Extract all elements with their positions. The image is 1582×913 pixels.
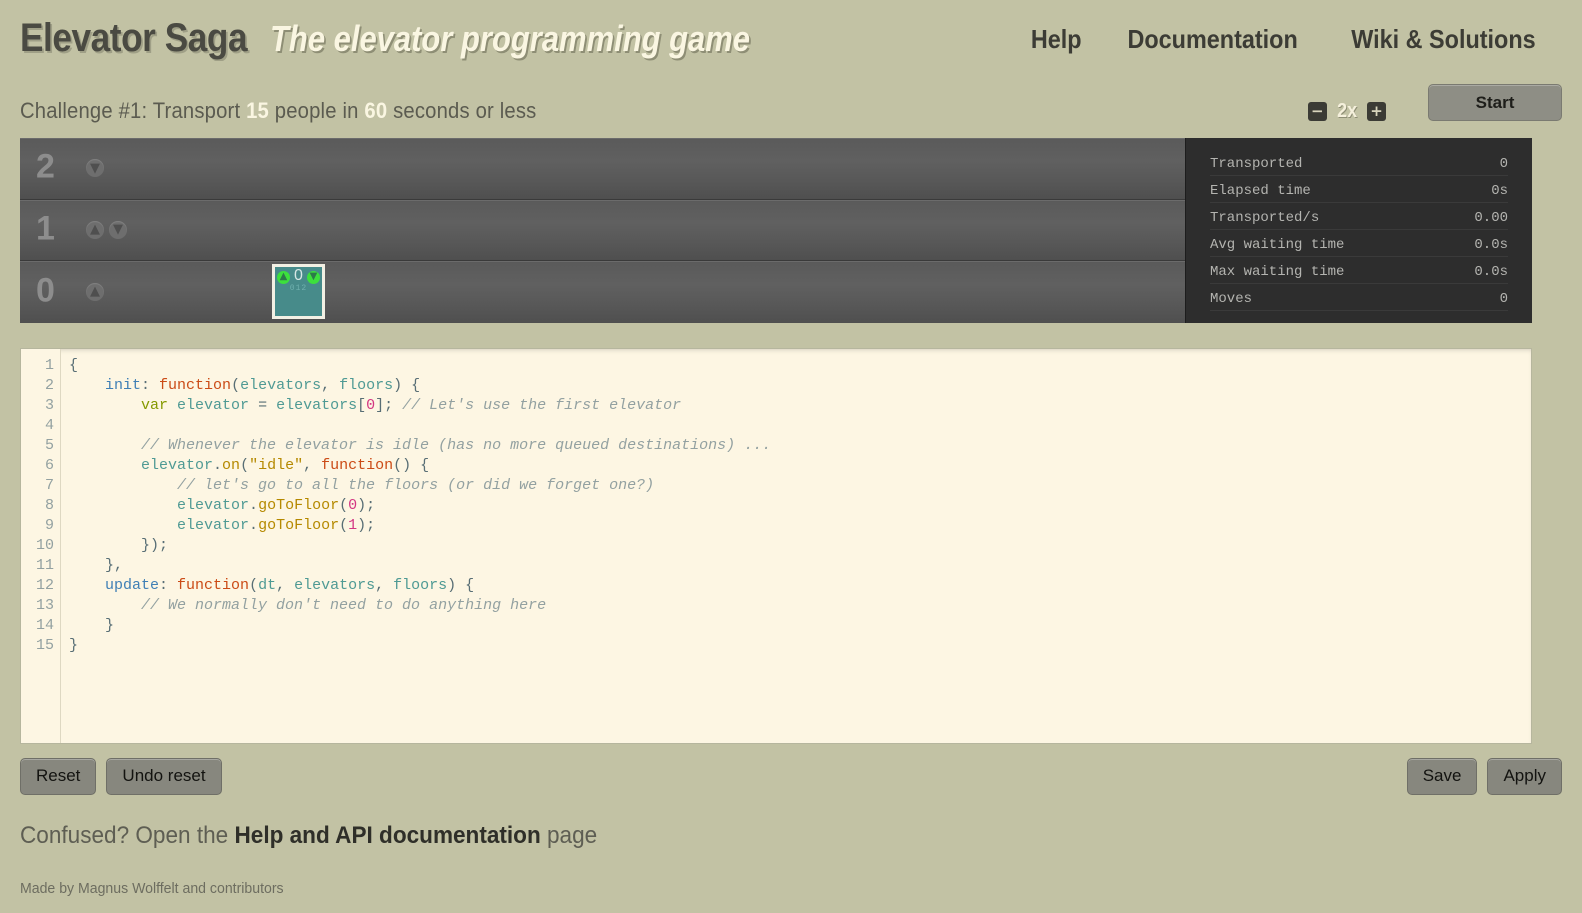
floor-call-buttons: ▲ ▼: [86, 220, 127, 239]
editor-line-number: 14: [35, 617, 54, 634]
stat-row: Elapsed time 0s: [1210, 183, 1508, 203]
floor-number: 2: [36, 147, 55, 186]
app-tagline: The elevator programming game: [270, 18, 751, 59]
elevator-current-floor: 0: [294, 267, 303, 284]
editor-line-numbers: 1 2 3 4 5 6 7 8 9 10 11 12 13 14 15: [21, 349, 61, 743]
floor-row: 1 ▲ ▼: [20, 199, 1185, 261]
editor-line-number: 11: [35, 557, 54, 574]
challenge-middle: people in: [268, 98, 365, 123]
save-button[interactable]: Save: [1406, 758, 1478, 795]
challenge-prefix: Challenge #1: Transport: [20, 98, 247, 123]
stat-row: Transported/s 0.00: [1210, 210, 1508, 230]
editor-line-number: 2: [44, 377, 54, 394]
editor-line-number: 10: [35, 537, 54, 554]
stat-value: 0.00: [1474, 210, 1508, 226]
stat-row: Moves 0: [1210, 291, 1508, 311]
undo-reset-button[interactable]: Undo reset: [106, 758, 222, 795]
reset-button[interactable]: Reset: [20, 758, 97, 795]
stat-value: 0: [1499, 291, 1508, 307]
editor-line-number: 15: [35, 637, 54, 654]
editor-line-number: 8: [44, 497, 54, 514]
floor-number: 1: [36, 209, 55, 248]
app-header: Elevator Saga The elevator programming g…: [0, 0, 1582, 86]
stat-value: 0s: [1491, 183, 1508, 199]
apply-button[interactable]: Apply: [1487, 758, 1562, 795]
floor-row: 2 ▼: [20, 138, 1185, 200]
floor-call-buttons: ▲: [86, 282, 104, 301]
stats-panel: Transported 0 Elapsed time 0s Transporte…: [1185, 138, 1532, 323]
start-button[interactable]: Start: [1428, 84, 1562, 121]
up-arrow-icon[interactable]: ▲: [86, 282, 104, 301]
editor-left-actions: Reset Undo reset: [20, 758, 222, 795]
stat-label: Transported: [1210, 156, 1303, 172]
elevator-indicators: ▲ 0 ▼: [275, 267, 322, 285]
stat-row: Max waiting time 0.0s: [1210, 264, 1508, 284]
main-nav: Help Documentation Wiki & Solutions: [1028, 24, 1546, 55]
app-title: Elevator Saga: [20, 16, 248, 60]
challenge-description: Challenge #1: Transport 15 people in 60 …: [20, 98, 536, 124]
editor-line-number: 7: [44, 477, 54, 494]
editor-line-number: 5: [44, 437, 54, 454]
down-arrow-icon[interactable]: ▼: [86, 159, 104, 178]
stat-label: Max waiting time: [1210, 264, 1345, 280]
editor-code-area[interactable]: { init: function(elevators, floors) { va…: [61, 349, 1531, 743]
speed-decrease-icon[interactable]: −: [1307, 102, 1327, 121]
editor-line-number: 9: [44, 517, 54, 534]
code-editor[interactable]: 1 2 3 4 5 6 7 8 9 10 11 12 13 14 15 { init: function(e…: [20, 348, 1532, 744]
floor-number: 0: [36, 271, 55, 310]
elevator-world: 2 ▼ 1 ▲ ▼ 0 ▲ ▲ 0 ▼ 012 Transported 0 El…: [20, 138, 1532, 323]
editor-right-actions: Save Apply: [1406, 758, 1562, 795]
stat-label: Moves: [1210, 291, 1253, 307]
nav-link-wiki-solutions[interactable]: Wiki & Solutions: [1351, 24, 1535, 55]
help-prompt-prefix: Confused? Open the: [20, 822, 235, 849]
stat-value: 0.0s: [1474, 264, 1508, 280]
floor-row: 0 ▲: [20, 261, 1185, 323]
stat-label: Elapsed time: [1210, 183, 1311, 199]
stat-row: Transported 0: [1210, 156, 1508, 176]
speed-value: 2x: [1336, 100, 1357, 122]
editor-line-number: 13: [35, 597, 54, 614]
stat-label: Transported/s: [1210, 210, 1320, 226]
help-prompt-suffix: page: [540, 822, 598, 849]
stat-label: Avg waiting time: [1210, 237, 1345, 253]
stat-row: Avg waiting time 0.0s: [1210, 237, 1508, 257]
elevator-saga-app: Elevator Saga The elevator programming g…: [0, 0, 1582, 913]
down-arrow-icon[interactable]: ▼: [109, 220, 127, 239]
speed-controls: − 2x +: [1307, 100, 1386, 123]
stat-value: 0: [1499, 156, 1508, 172]
stat-value: 0.0s: [1474, 237, 1508, 253]
up-arrow-icon[interactable]: ▲: [86, 220, 104, 239]
app-title-group: Elevator Saga The elevator programming g…: [20, 16, 828, 61]
editor-line-number: 6: [44, 457, 54, 474]
speed-increase-icon[interactable]: +: [1367, 102, 1386, 121]
challenge-time-limit: 60: [364, 98, 388, 123]
nav-link-help[interactable]: Help: [1030, 24, 1081, 55]
editor-line-number: 12: [35, 577, 54, 594]
nav-link-documentation[interactable]: Documentation: [1127, 24, 1297, 55]
elevator-car[interactable]: ▲ 0 ▼ 012: [272, 264, 325, 319]
challenge-people-count: 15: [246, 98, 269, 123]
editor-line-number: 1: [44, 357, 54, 374]
editor-line-number: 3: [44, 397, 54, 414]
help-prompt: Confused? Open the Help and API document…: [20, 822, 597, 850]
elevator-destinations: 012: [289, 284, 308, 293]
editor-line-number: 4: [44, 417, 54, 434]
credits: Made by Magnus Wolffelt and contributors: [20, 880, 284, 897]
floor-call-buttons: ▼: [86, 159, 104, 178]
floors-container: 2 ▼ 1 ▲ ▼ 0 ▲: [20, 138, 1185, 323]
challenge-suffix: seconds or less: [387, 98, 537, 123]
help-documentation-link[interactable]: Help and API documentation: [234, 822, 540, 849]
